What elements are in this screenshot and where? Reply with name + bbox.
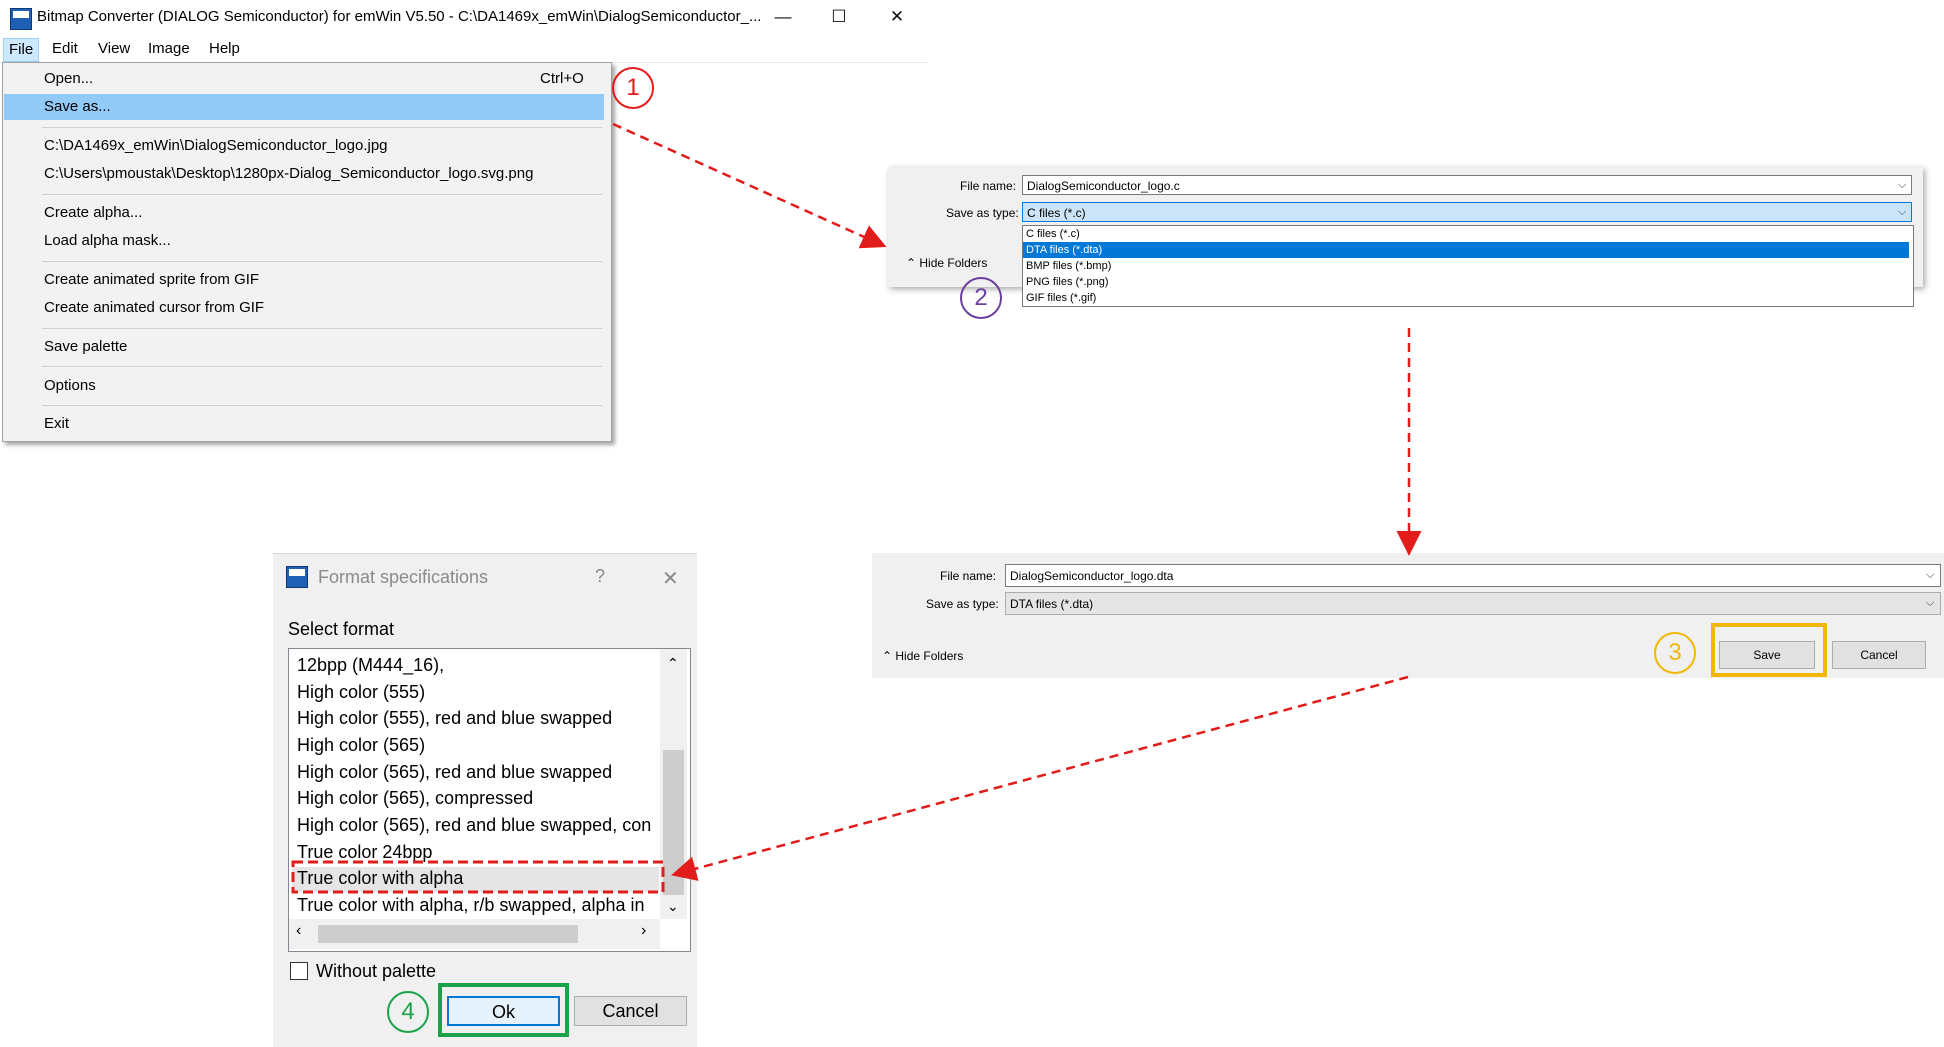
ok-highlight-box (438, 983, 569, 1037)
annotation-overlay (291, 122, 1827, 1037)
arrow-step-1-to-2 (612, 122, 887, 249)
selected-format-highlight-box (291, 860, 665, 894)
save-highlight-box (1711, 623, 1827, 677)
step-3-badge: 3 (1654, 632, 1696, 674)
step-4-badge: 4 (387, 991, 429, 1033)
arrow-step-3-to-4 (671, 675, 1409, 881)
step-2-badge: 2 (960, 277, 1002, 319)
step-1-badge: 1 (612, 67, 654, 109)
